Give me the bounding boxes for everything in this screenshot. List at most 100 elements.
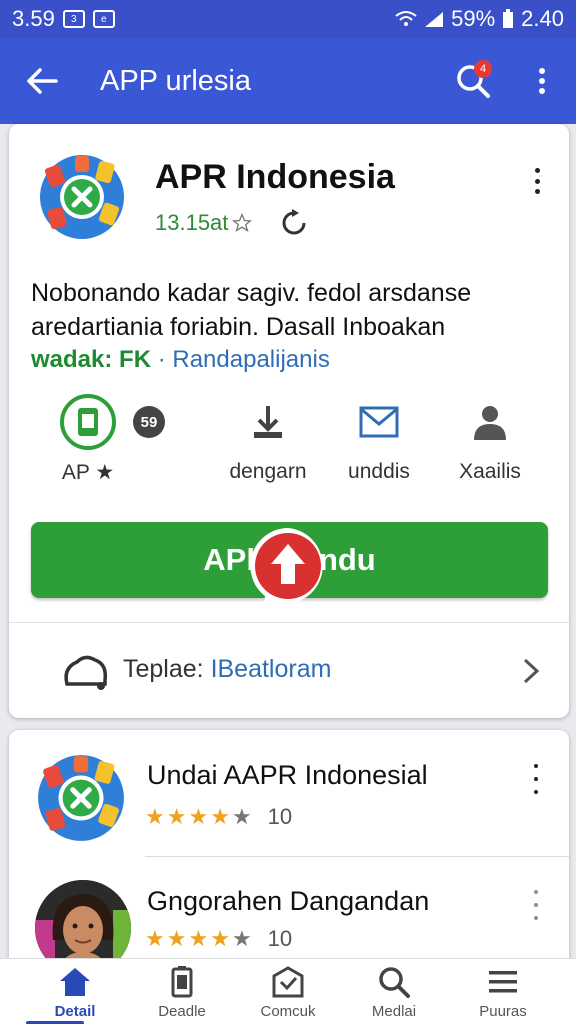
app-description: Nobonando kadar sagiv. fedol arsdanse ar… (31, 276, 551, 344)
overflow-menu-button[interactable] (522, 56, 562, 106)
person-icon (460, 392, 520, 452)
notification-badge: 4 (474, 60, 492, 78)
star-outline-icon (232, 213, 253, 232)
search-icon (374, 963, 414, 1001)
bottom-navigation: Detail Deadle Comcuk Medlai Puuras (0, 958, 576, 1024)
list-item[interactable]: Undai AAPR Indonesial ★ ★ ★ ★ ★ 10 (9, 730, 569, 850)
avatar-photo (35, 880, 131, 970)
list-item-more-button[interactable] (531, 890, 541, 920)
app-logo-icon (38, 755, 124, 841)
nav-label: Deadle (158, 1003, 206, 1020)
browser-icon: e (92, 10, 115, 28)
action-label: unddis (348, 460, 410, 483)
chevron-right-icon (523, 658, 540, 684)
nav-detail[interactable]: Detail (20, 959, 130, 1024)
card-more-button[interactable] (525, 164, 549, 198)
status-clock: 2.40 (521, 6, 564, 31)
nav-label: Medlai (371, 1003, 417, 1020)
more-dot (534, 178, 540, 184)
sim-3-icon: 3 (62, 10, 85, 28)
template-text: Teplae: IBeatloram (123, 655, 331, 684)
battery-percent: 59% (451, 6, 496, 31)
card-divider (9, 622, 569, 623)
nav-comcuk[interactable]: Comcuk (233, 959, 343, 1024)
description-line: aredartiania foriabin. Dasall Inboakan (31, 313, 446, 341)
description-line: Nobonando kadar sagiv. fedol arsdanse (31, 279, 472, 307)
status-time: 3.59 (12, 6, 55, 31)
star-filled-icon: ★ (166, 804, 187, 829)
list-item-rating: ★ ★ ★ ★ ★ 10 (145, 926, 292, 952)
star-filled-icon: ★ (210, 926, 230, 951)
rating-count: 10 (267, 804, 293, 829)
nav-puuras[interactable]: Puuras (448, 959, 558, 1024)
app-name: APR Indonesia (155, 158, 395, 196)
overflow-menu-icon (539, 68, 545, 94)
meta-category: wadak: FK (31, 346, 152, 373)
action-label: dengarn (229, 460, 307, 483)
app-info-icon (58, 392, 118, 452)
star-empty-icon: ★ (231, 804, 252, 829)
star-filled-icon: ★ (188, 926, 209, 951)
more-dot (534, 764, 538, 768)
more-dot (534, 168, 540, 173)
upload-bubble-icon (250, 528, 323, 628)
menu-icon (483, 963, 523, 1001)
template-prefix: Teplae: (123, 655, 211, 683)
app-bar-title: APP urlesia (100, 64, 251, 97)
rating-count: 10 (267, 926, 293, 951)
list-item-title[interactable]: Gngorahen Dangandan (147, 886, 429, 917)
template-link[interactable]: IBeatloram (211, 655, 332, 683)
nav-deadle[interactable]: Deadle (127, 959, 237, 1024)
star-filled-icon: ★ (166, 926, 187, 951)
action-app-info[interactable]: 59 AP ★ (23, 392, 165, 492)
more-dot (534, 790, 538, 794)
more-dot (534, 777, 538, 781)
nav-label: Comcuk (260, 1003, 316, 1020)
star-filled-icon: ★ (145, 804, 165, 829)
list-item-rating: ★ ★ ★ ★ ★ 10 (145, 804, 292, 830)
chat-bubble-icon (64, 655, 108, 690)
meta-developer-link[interactable]: Randapalijanis (172, 346, 329, 373)
app-meta: wadak: FK · Randapalijanis (31, 346, 330, 374)
list-divider (145, 856, 569, 857)
action-row: 59 AP ★ dengarn unddis Xaailis (9, 392, 569, 492)
action-label: AP ★ (61, 461, 115, 484)
search-button[interactable]: 4 (448, 56, 498, 106)
template-row[interactable]: Teplae: IBeatloram (9, 632, 569, 708)
more-dot (534, 890, 538, 894)
related-apps-card: Undai AAPR Indonesial ★ ★ ★ ★ ★ 10 Gngor… (9, 730, 569, 970)
star-empty-icon: ★ (231, 926, 252, 951)
status-bar: 3.59 3 e 59% 2.40 (0, 0, 576, 38)
more-dot (534, 189, 540, 194)
more-dot (534, 903, 538, 907)
mail-check-icon (268, 963, 308, 1001)
list-item-title: Undai AAPR Indonesial (147, 760, 428, 790)
back-arrow-icon (27, 68, 58, 94)
app-rating: 13.15at (155, 210, 253, 236)
app-info-badge: 59 (133, 406, 165, 438)
wifi-icon (395, 11, 417, 26)
action-label: Xaailis (459, 460, 521, 483)
nav-label: Puuras (479, 1003, 527, 1020)
back-button[interactable] (0, 38, 84, 124)
more-dot (534, 916, 538, 920)
battery-icon (503, 9, 514, 28)
meta-separator: · (157, 346, 166, 373)
rating-text: 13.15at (155, 210, 229, 235)
star-filled-icon: ★ (210, 804, 230, 829)
app-detail-card: APR Indonesia 13.15at Nobonando kadar sa… (9, 124, 569, 718)
app-bar: APP urlesia 4 (0, 38, 576, 124)
mail-icon (349, 392, 409, 452)
list-item-more-button[interactable] (531, 764, 541, 794)
home-icon (55, 963, 95, 1001)
star-filled-icon: ★ (145, 926, 165, 951)
phone-icon (162, 963, 202, 1001)
action-profile[interactable]: Xaailis (425, 392, 555, 492)
star-filled-icon: ★ (188, 804, 209, 829)
nav-medlai[interactable]: Medlai (339, 959, 449, 1024)
nav-label: Detail (54, 1003, 96, 1020)
signal-icon (425, 12, 444, 27)
app-logo-icon (40, 155, 124, 239)
sync-icon[interactable] (279, 208, 309, 238)
download-icon (238, 392, 298, 452)
